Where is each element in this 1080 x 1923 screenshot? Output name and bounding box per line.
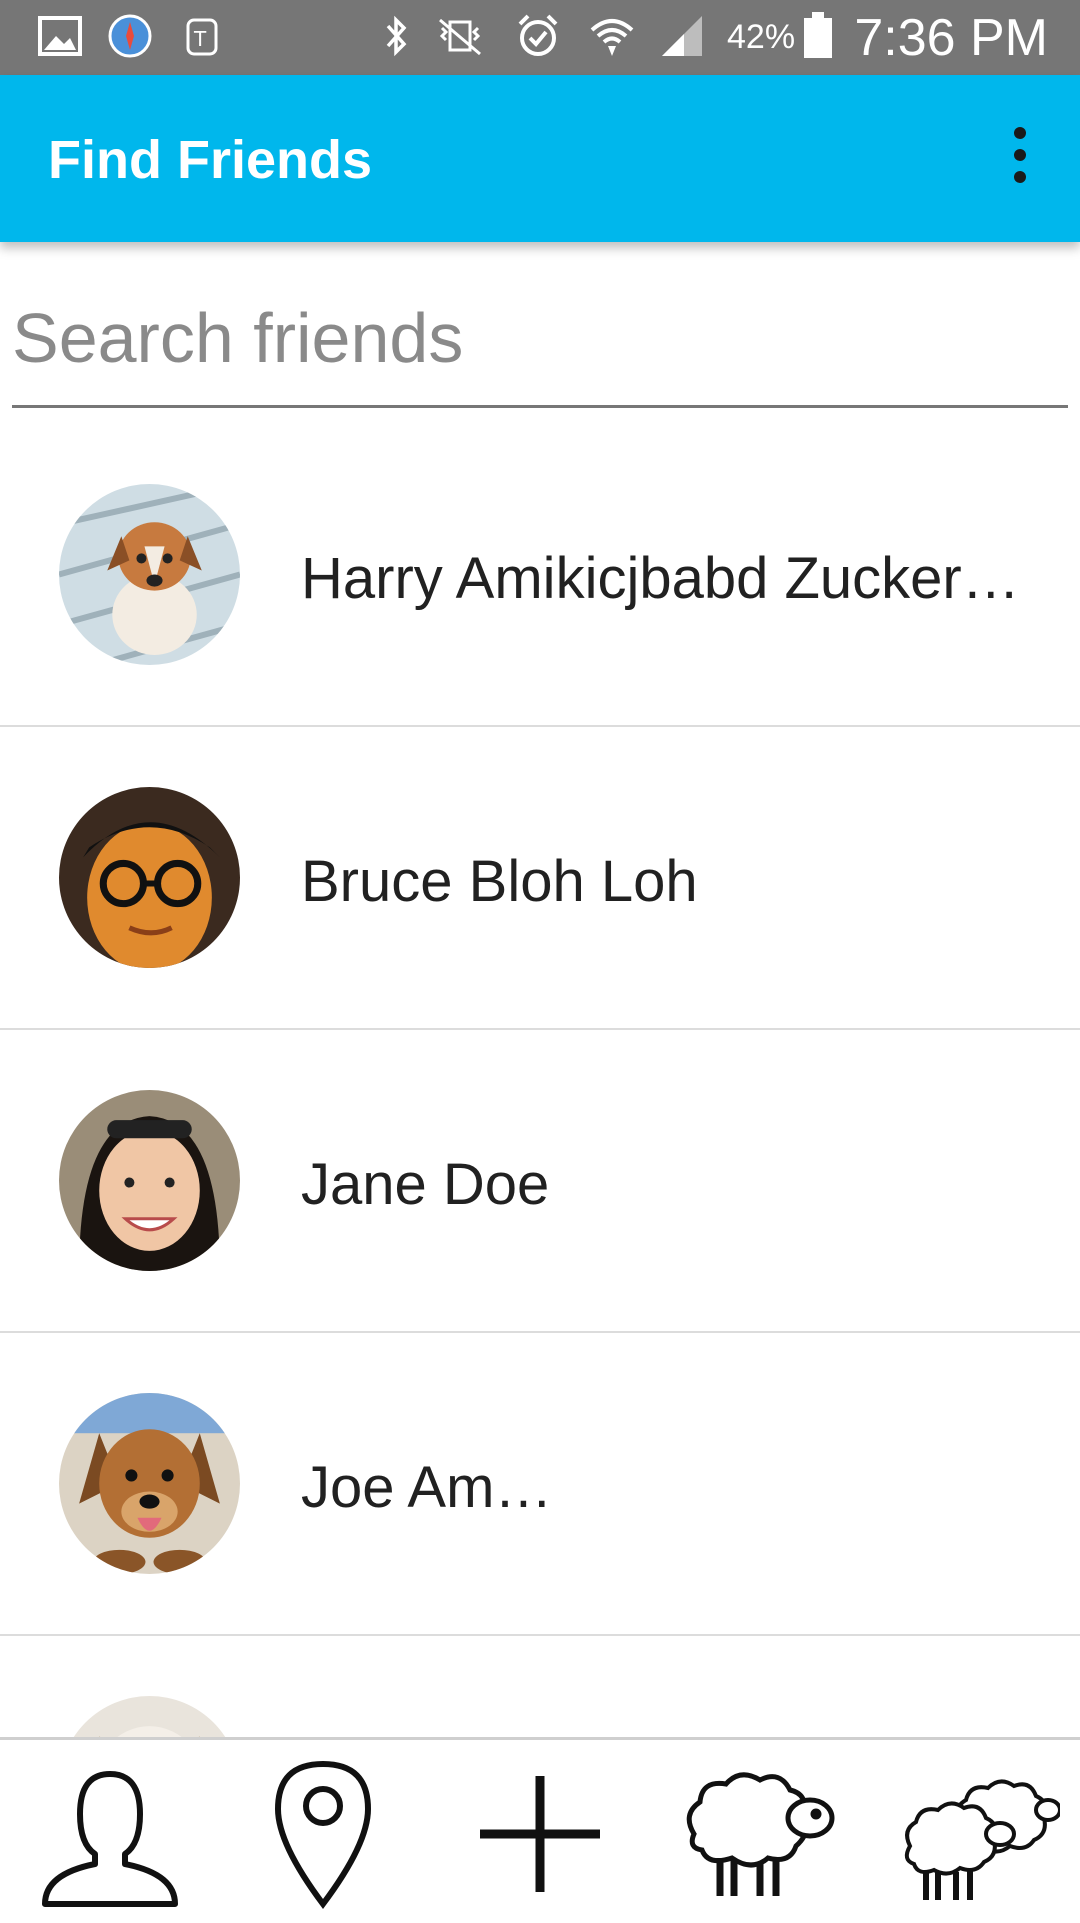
status-bar: T 42% 7:36 PM	[0, 0, 1080, 75]
flock-icon[interactable]	[890, 1754, 1060, 1914]
clock: 7:36 PM	[854, 9, 1048, 67]
friend-name: Bruce Bloh Loh	[301, 849, 698, 914]
friend-row[interactable]: Joe Am…	[0, 1333, 1080, 1636]
tmobile-icon: T	[178, 10, 230, 62]
bottom-navigation	[0, 1737, 1080, 1923]
overflow-menu-icon[interactable]	[990, 123, 1050, 187]
search-input[interactable]	[12, 270, 1068, 408]
avatar	[59, 1696, 240, 1739]
friend-name: Harry Amikicjbabd Zuckerman	[301, 546, 1061, 611]
page-title: Find Friends	[48, 130, 372, 190]
add-icon[interactable]	[455, 1754, 625, 1914]
avatar	[59, 484, 240, 665]
svg-text:T: T	[193, 27, 207, 51]
friend-row[interactable]: Jane Doe	[0, 1030, 1080, 1333]
sheep-icon[interactable]	[672, 1754, 842, 1914]
vibrate-icon	[434, 10, 486, 62]
location-pin-icon[interactable]	[238, 1754, 408, 1914]
avatar	[59, 1393, 240, 1574]
wifi-icon	[586, 10, 638, 62]
friend-list: Harry Amikicjbabd Zuckerman Bruce Bloh L…	[0, 424, 1080, 1739]
avatar	[59, 787, 240, 968]
alarm-icon	[512, 10, 564, 62]
avatar	[59, 1090, 240, 1271]
profile-icon[interactable]	[25, 1754, 195, 1914]
signal-icon	[656, 10, 708, 62]
friend-row[interactable]: Bruce Bloh Loh	[0, 727, 1080, 1030]
search-container	[12, 270, 1068, 410]
friend-name: Joe Am…	[301, 1455, 553, 1520]
friend-row[interactable]: Harry Amikicjbabd Zuckerman	[0, 424, 1080, 727]
battery-percent: 42%	[727, 18, 796, 56]
app-bar: Find Friends	[0, 75, 1080, 242]
friend-row[interactable]	[0, 1636, 1080, 1739]
bluetooth-icon	[370, 10, 422, 62]
friend-name: Jane Doe	[301, 1152, 550, 1217]
compass-icon	[104, 10, 156, 62]
gallery-icon	[34, 10, 86, 62]
battery-icon	[800, 10, 836, 62]
